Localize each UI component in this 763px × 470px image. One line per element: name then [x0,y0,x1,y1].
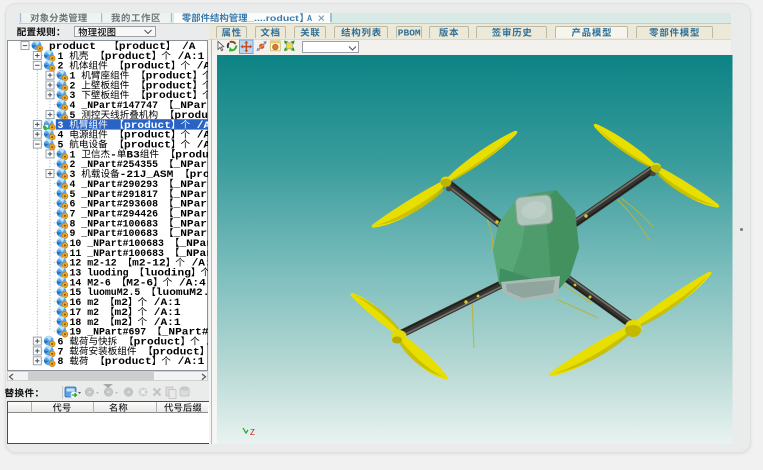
svg-text:product: product [105,356,152,368]
svg-text:4 _NPart#147747: 4 _NPart#147747 [70,101,164,112]
svg-text:8: 8 [58,357,70,368]
svg-text:/A:1: /A:1 [171,356,205,368]
svg-text:/A:1: /A:1 [190,61,208,73]
svg-text:Z: Z [250,428,255,437]
